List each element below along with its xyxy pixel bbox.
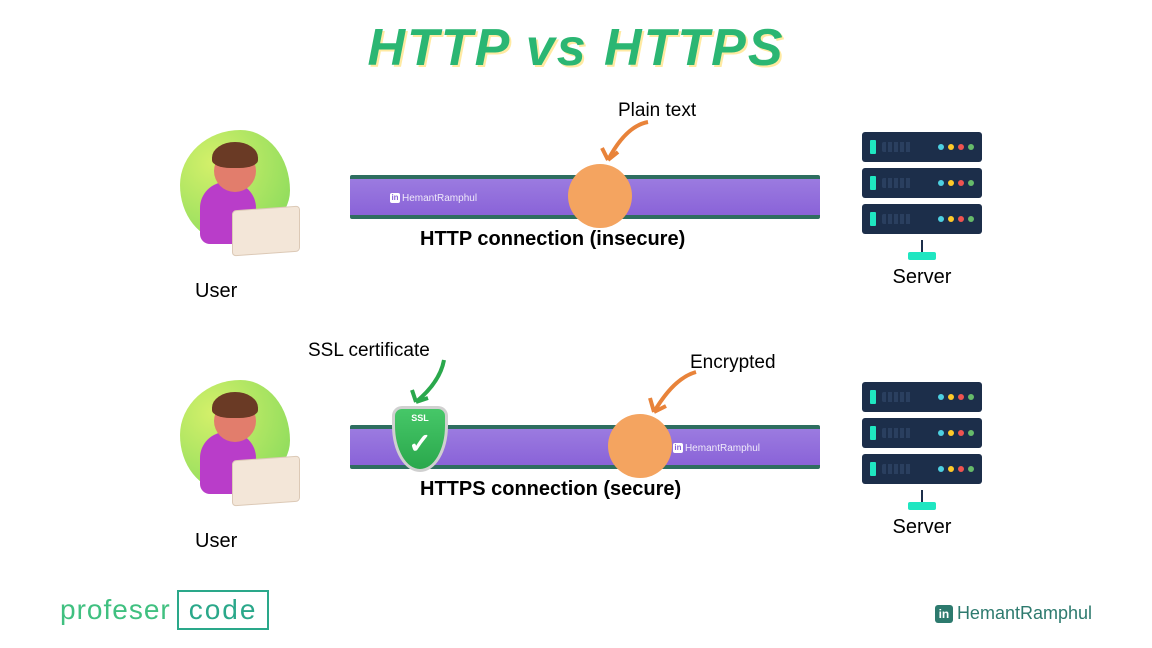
user-illustration: [170, 130, 310, 270]
server-label: Server: [862, 516, 982, 539]
user-illustration: [170, 380, 310, 520]
data-packet-circle: [608, 414, 672, 478]
linkedin-icon: in: [390, 193, 400, 203]
arrow-icon: [598, 116, 658, 170]
brand-profesercode: profeser code: [60, 590, 269, 630]
ssl-badge-text: SSL: [395, 413, 445, 423]
linkedin-icon: in: [673, 443, 683, 453]
http-connection-label: HTTP connection (insecure): [420, 228, 685, 251]
server-illustration: Server: [862, 382, 982, 539]
watermark: inHemantRamphul: [673, 443, 760, 454]
check-icon: ✓: [395, 427, 445, 460]
data-packet-circle: [568, 164, 632, 228]
user-label: User: [195, 530, 237, 553]
brand-word-b: code: [177, 590, 270, 630]
server-illustration: Server: [862, 132, 982, 289]
watermark: inHemantRamphul: [390, 193, 477, 204]
arrow-icon: [400, 356, 460, 410]
page-title: HTTP vs HTTPS: [367, 18, 784, 78]
laptop-icon: [232, 206, 300, 257]
author-credit: in HemantRamphul: [935, 603, 1092, 624]
http-row: User inHemantRamphul Plain text HTTP con…: [0, 120, 1152, 320]
https-connection-label: HTTPS connection (secure): [420, 478, 681, 501]
https-row: User inHemantRamphul SSL ✓ SSL certifica…: [0, 370, 1152, 570]
user-label: User: [195, 280, 237, 303]
ssl-shield-icon: SSL ✓: [392, 406, 448, 472]
arrow-icon: [646, 366, 706, 420]
server-label: Server: [862, 266, 982, 289]
linkedin-icon: in: [935, 605, 953, 623]
brand-word-a: profeser: [60, 594, 171, 626]
author-name: HemantRamphul: [957, 603, 1092, 624]
laptop-icon: [232, 456, 300, 507]
